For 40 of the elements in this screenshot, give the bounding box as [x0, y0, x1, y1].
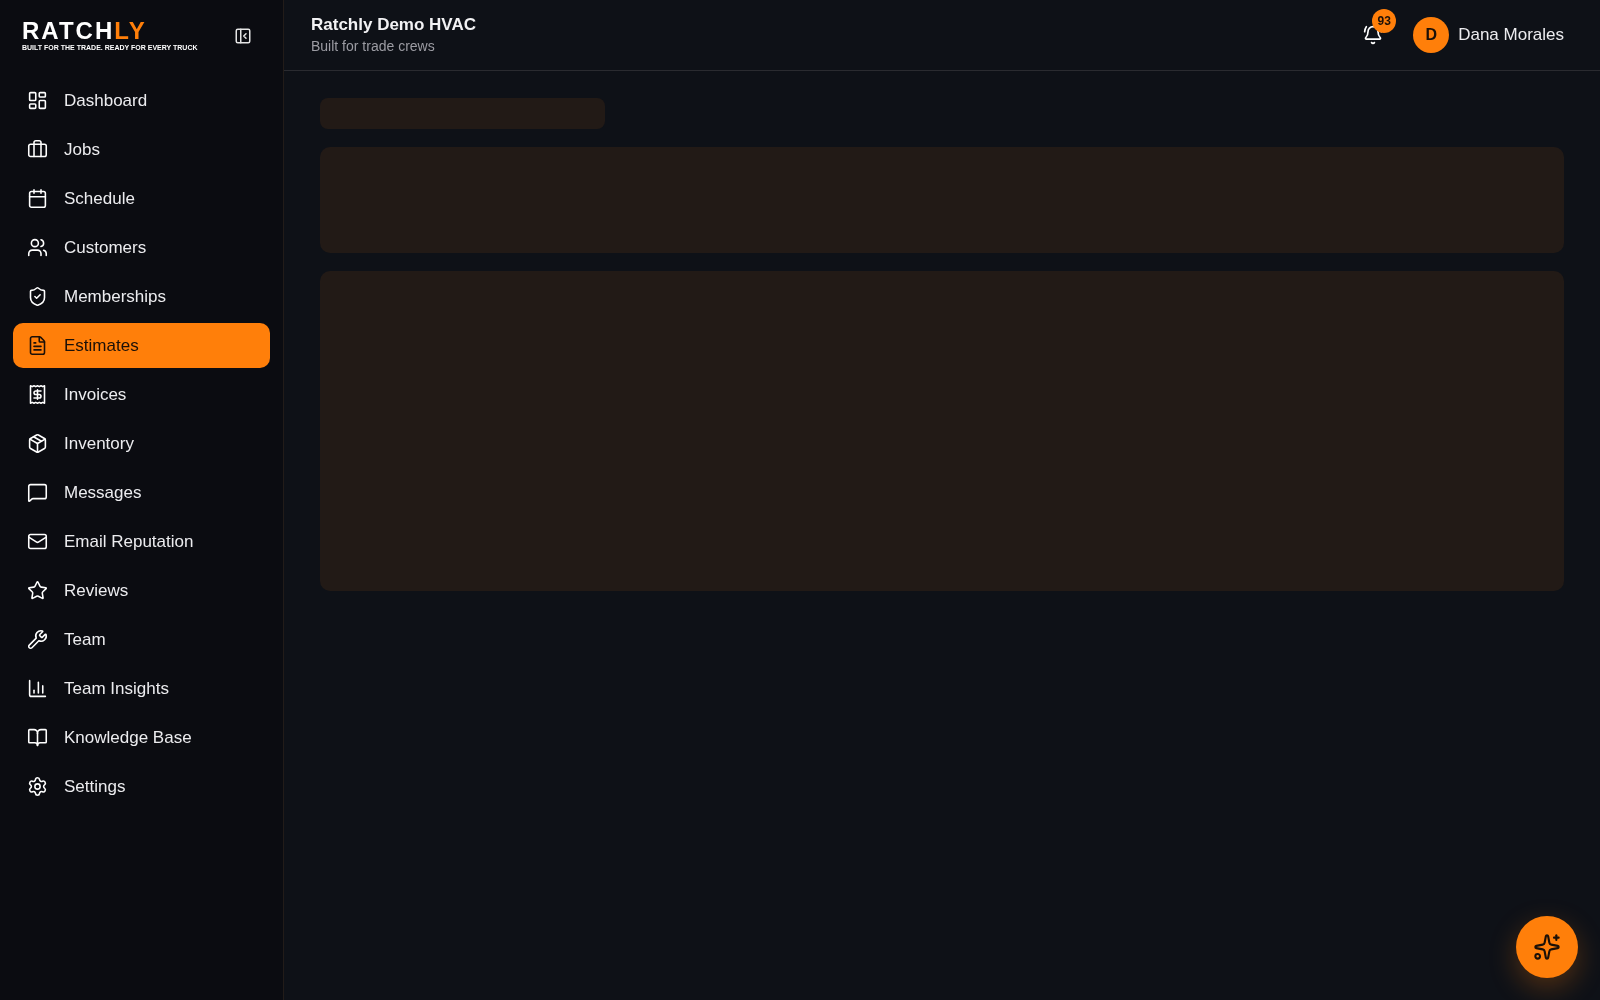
- assistant-button[interactable]: [1516, 916, 1578, 978]
- nav-item[interactable]: Jobs: [13, 127, 270, 172]
- calendar-icon: [27, 188, 48, 209]
- grid-icon: [27, 90, 48, 111]
- workspace-title: Ratchly Demo HVAC: [311, 14, 476, 36]
- nav-item[interactable]: Messages: [13, 470, 270, 515]
- shield-check-icon: [27, 286, 48, 307]
- user-avatar[interactable]: D: [1413, 17, 1450, 53]
- chat-bubble-icon: [27, 482, 48, 503]
- nav-item[interactable]: Settings: [13, 764, 270, 809]
- workspace-subtitle: Built for trade crews: [311, 37, 436, 56]
- briefcase-icon: [27, 139, 48, 160]
- nav-item[interactable]: Team Insights: [13, 666, 270, 711]
- nav-item[interactable]: Knowledge Base: [13, 715, 270, 760]
- panel-collapse-icon: [234, 27, 252, 45]
- star-icon: [27, 580, 48, 601]
- nav-item[interactable]: Inventory: [13, 421, 270, 466]
- nav-item[interactable]: Reviews: [13, 568, 270, 613]
- sparkles-icon: [1533, 933, 1561, 961]
- document-icon: [27, 335, 48, 356]
- user-name[interactable]: Dana Morales: [1458, 22, 1564, 48]
- wrench-icon: [27, 629, 48, 650]
- box-icon: [27, 433, 48, 454]
- nav-item[interactable]: Email Reputation: [13, 519, 270, 564]
- notification-badge: 93: [1372, 9, 1397, 33]
- nav-item[interactable]: Team: [13, 617, 270, 662]
- bar-chart-icon: [27, 678, 48, 699]
- bell-icon: [1363, 25, 1384, 45]
- nav-item[interactable]: Memberships: [13, 274, 270, 319]
- logo-wordmark: RATCH LY: [22, 20, 147, 42]
- nav-item[interactable]: Customers: [13, 225, 270, 270]
- nav-item[interactable]: Schedule: [13, 176, 270, 221]
- settings-icon: [27, 776, 48, 797]
- book-icon: [27, 727, 48, 748]
- nav-item[interactable]: Dashboard: [13, 78, 270, 123]
- receipt-icon: [27, 384, 48, 405]
- envelope-icon: [27, 531, 48, 552]
- nav-item[interactable]: Invoices: [13, 372, 270, 417]
- nav-item[interactable]: Estimates: [13, 323, 270, 368]
- users-icon: [27, 237, 48, 258]
